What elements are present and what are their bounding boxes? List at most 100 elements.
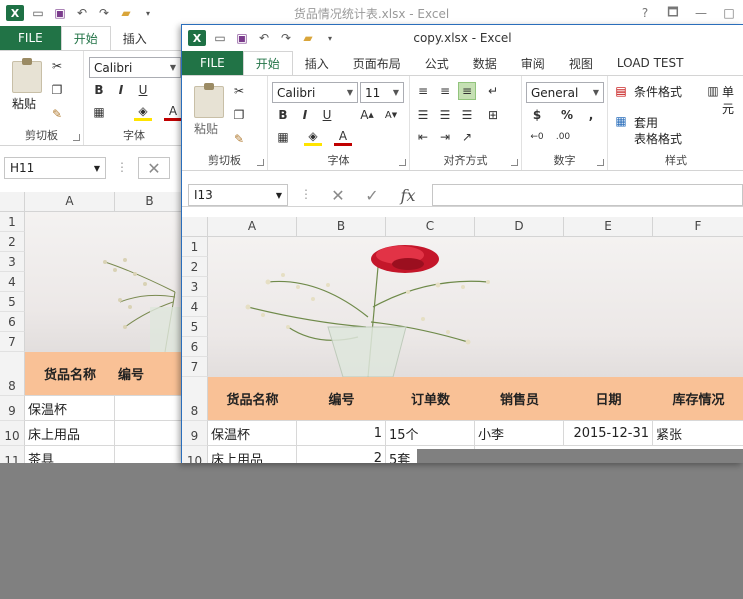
tab-insert[interactable]: 插入 (293, 51, 341, 75)
row-header-2[interactable]: 2 (0, 232, 25, 252)
font-size-box[interactable]: 11 ▼ (360, 82, 404, 103)
cell-b10[interactable] (115, 421, 185, 446)
row-header-4[interactable]: 4 (182, 297, 208, 317)
maximize-icon[interactable]: □ (715, 6, 743, 20)
tab-insert[interactable]: 插入 (111, 26, 159, 50)
cell-a10[interactable]: 床上用品 (25, 421, 115, 446)
font-name-box[interactable]: Calibri ▼ (89, 57, 181, 78)
cell-a11[interactable]: 茶具 (25, 446, 115, 463)
tab-formulas[interactable]: 公式 (413, 51, 461, 75)
copy-icon[interactable]: ❐ (48, 81, 66, 99)
align-middle-icon[interactable]: ≡ (436, 82, 454, 100)
column-header-b[interactable]: B (297, 217, 386, 237)
paste-icon[interactable] (12, 58, 42, 93)
border-icon[interactable]: ▦ (274, 128, 292, 146)
column-header-f[interactable]: F (653, 217, 743, 237)
select-all-corner[interactable] (182, 217, 208, 237)
save-icon[interactable]: ▣ (234, 30, 250, 46)
tab-page-layout[interactable]: 页面布局 (341, 51, 413, 75)
align-bottom-icon[interactable]: ≡ (458, 82, 476, 100)
conditional-formatting-icon[interactable]: ▤ (612, 82, 630, 100)
row-header-6[interactable]: 6 (182, 337, 208, 357)
row-header-4[interactable]: 4 (0, 272, 25, 292)
paste-label[interactable]: 粘贴 (194, 120, 218, 137)
confirm-icon[interactable]: ✓ (356, 184, 388, 206)
cancel-icon[interactable]: ✕ (322, 184, 354, 206)
cell-styles-button[interactable]: 单元 (722, 83, 743, 117)
tab-data[interactable]: 数据 (461, 51, 509, 75)
row-header-8[interactable]: 8 (0, 352, 25, 396)
undo-icon[interactable]: ↶ (256, 30, 272, 46)
bold-icon[interactable]: B (274, 106, 292, 124)
row-header-10[interactable]: 10 (182, 446, 208, 463)
new-file-icon[interactable]: ▭ (212, 30, 228, 46)
copy-icon[interactable]: ❐ (230, 106, 248, 124)
cell-a9[interactable]: 保温杯 (208, 421, 297, 446)
align-top-icon[interactable]: ≡ (414, 82, 432, 100)
alignment-launcher-icon[interactable] (511, 159, 518, 166)
undo-icon[interactable]: ↶ (74, 5, 90, 21)
name-box[interactable]: H11 ▼ (4, 157, 106, 179)
align-right-icon[interactable]: ☰ (458, 106, 476, 124)
fill-color-icon[interactable]: ◈ (134, 103, 152, 121)
row-header-9[interactable]: 9 (182, 421, 208, 446)
redo-icon[interactable]: ↷ (278, 30, 294, 46)
wrap-text-icon[interactable]: ↵ (484, 82, 502, 100)
comma-style-icon[interactable]: , (582, 106, 600, 124)
column-header-b[interactable]: B (115, 192, 185, 212)
number-format-box[interactable]: General ▼ (526, 82, 604, 103)
font-name-box[interactable]: Calibri ▼ (272, 82, 358, 103)
cell-f9[interactable]: 紧张 (653, 421, 743, 446)
cut-icon[interactable]: ✂ (230, 82, 248, 100)
format-painter-icon[interactable]: ✎ (230, 130, 248, 148)
font-launcher-icon[interactable] (399, 159, 406, 166)
row-header-6[interactable]: 6 (0, 312, 25, 332)
minimize-icon[interactable]: — (687, 6, 715, 20)
cell-a9[interactable]: 保温杯 (25, 396, 115, 421)
column-header-a[interactable]: A (208, 217, 297, 237)
row-header-8[interactable]: 8 (182, 377, 208, 421)
increase-font-icon[interactable]: A ▲ (358, 106, 376, 124)
increase-indent-icon[interactable]: ⇥ (436, 128, 454, 146)
merge-center-icon[interactable]: ⊞ (484, 106, 502, 124)
row-header-7[interactable]: 7 (182, 357, 208, 377)
align-center-icon[interactable]: ☰ (436, 106, 454, 124)
flower-picture[interactable] (208, 237, 743, 377)
column-header-a[interactable]: A (25, 192, 115, 212)
cell-a8[interactable]: 货品名称 (25, 352, 115, 396)
row-header-7[interactable]: 7 (0, 332, 25, 352)
currency-icon[interactable]: $ (528, 106, 546, 124)
save-icon[interactable]: ▣ (52, 5, 68, 21)
row-header-1[interactable]: 1 (0, 212, 25, 232)
column-header-e[interactable]: E (564, 217, 653, 237)
column-header-d[interactable]: D (475, 217, 564, 237)
ribbon-display-icon[interactable]: 🗖 (659, 3, 687, 24)
increase-decimal-icon[interactable]: ←0 (528, 128, 546, 146)
tab-home[interactable]: 开始 (60, 26, 111, 50)
open-folder-icon[interactable]: ▰ (118, 5, 134, 21)
cell-b8[interactable]: 编号 (297, 377, 386, 421)
help-icon[interactable]: ? (631, 6, 659, 20)
format-as-table-label-2[interactable]: 表格格式 (634, 130, 682, 147)
customize-qat-icon[interactable]: ▾ (322, 30, 338, 46)
new-file-icon[interactable]: ▭ (30, 5, 46, 21)
formula-input[interactable] (432, 184, 743, 206)
tab-review[interactable]: 审阅 (509, 51, 557, 75)
cell-b9[interactable] (115, 396, 185, 421)
cell-c9[interactable]: 15个 (386, 421, 475, 446)
cell-e8[interactable]: 日期 (564, 377, 653, 421)
tab-load-test[interactable]: LOAD TEST (605, 51, 696, 75)
underline-icon[interactable]: U (134, 81, 152, 99)
cell-styles-icon[interactable]: ▥ (704, 82, 722, 100)
cancel-icon[interactable]: ✕ (138, 157, 170, 179)
number-launcher-icon[interactable] (597, 159, 604, 166)
format-as-table-label-1[interactable]: 套用 (634, 114, 658, 131)
row-header-3[interactable]: 3 (0, 252, 25, 272)
flower-picture[interactable] (25, 212, 185, 352)
insert-function-icon[interactable]: fx (390, 184, 426, 206)
redo-icon[interactable]: ↷ (96, 5, 112, 21)
tab-file[interactable]: FILE (0, 26, 61, 50)
cell-b9[interactable]: 1 (297, 421, 386, 446)
cell-e9[interactable]: 2015-12-31 (564, 421, 653, 446)
cell-b8[interactable]: 编号 (115, 352, 185, 396)
